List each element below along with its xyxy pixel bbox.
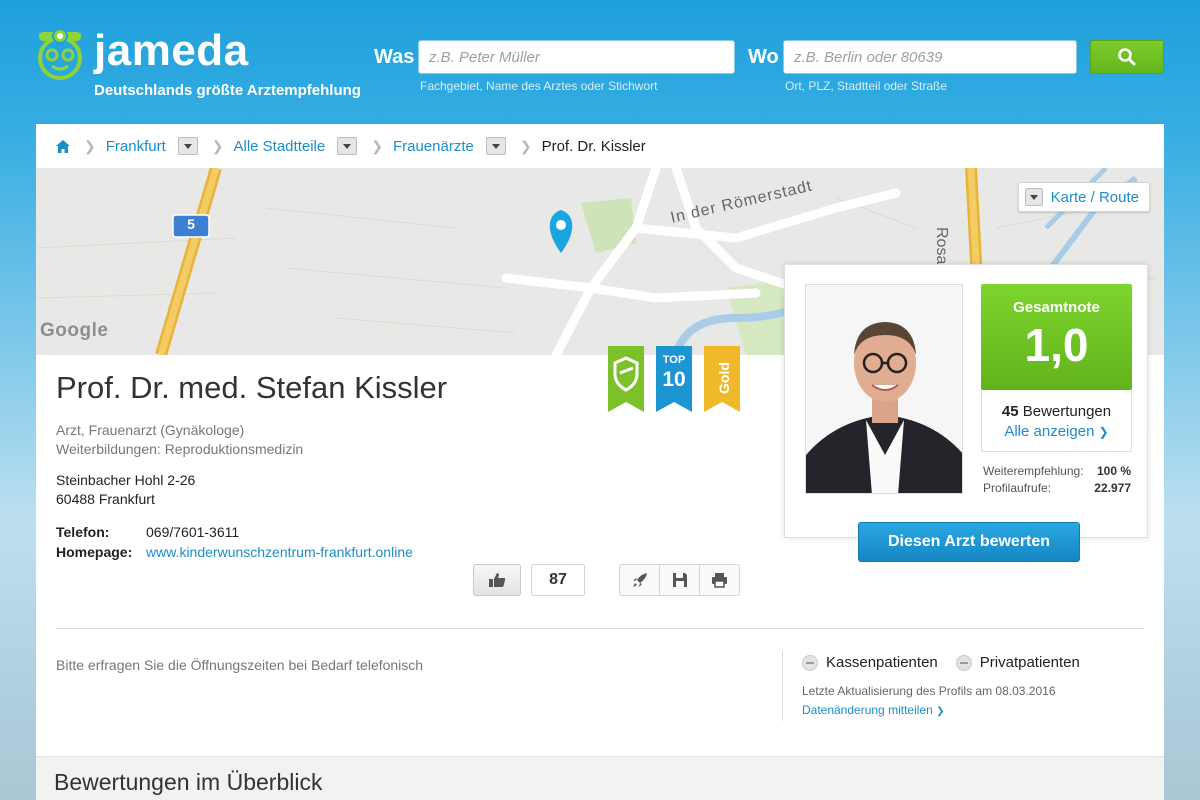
address-street: Steinbacher Hohl 2-26: [56, 472, 196, 488]
phone-number[interactable]: 069/7601-3611: [146, 524, 239, 540]
grade-value: 1,0: [1024, 319, 1089, 371]
map-route-button[interactable]: Karte / Route: [1017, 182, 1150, 212]
map-attribution: Google: [40, 320, 109, 341]
minus-circle-icon: [955, 654, 972, 671]
training-line: Weiterbildungen: Reproduktionsmedizin: [56, 441, 304, 457]
reviews-summary: 45 Bewertungen Alle anzeigen ❯: [981, 390, 1132, 452]
doctor-portrait: [805, 284, 963, 494]
chevron-right-icon: ❯: [84, 137, 96, 154]
like-button[interactable]: [473, 564, 521, 596]
breadcrumb-stadtteile-dropdown[interactable]: [337, 137, 358, 155]
grade-label: Gesamtnote: [1013, 299, 1100, 316]
views-label: Profilaufrufe:: [983, 481, 1052, 495]
search-where-hint: Ort, PLZ, Stadtteil oder Straße: [785, 79, 948, 93]
doctor-profile-card: ❯ Frankfurt ❯ Alle Stadtteile ❯ Frauenär…: [36, 124, 1164, 800]
reviews-count: 45: [1001, 403, 1019, 420]
home-icon[interactable]: [56, 139, 70, 153]
breadcrumb-frankfurt[interactable]: Frankfurt: [106, 138, 166, 155]
search-what-hint: Fachgebiet, Name des Arztes oder Stichwo…: [420, 79, 658, 93]
recommendation-value: 100 %: [1096, 464, 1131, 478]
chevron-right-icon: ❯: [936, 706, 945, 717]
breadcrumb-frauenaerzte[interactable]: Frauenärzte: [393, 138, 474, 155]
recommend-button[interactable]: [620, 565, 660, 595]
reviews-overview-header: Bewertungen im Überblick: [36, 756, 1164, 800]
top-badge-value: 10: [662, 368, 686, 391]
reviews-count-line: 45 Bewertungen: [982, 403, 1131, 420]
search-what-label: Was: [374, 46, 415, 68]
show-all-label: Alle anzeigen: [1004, 423, 1095, 440]
reviews-overview-title: Bewertungen im Überblick: [54, 769, 323, 795]
breadcrumb-frankfurt-dropdown[interactable]: [177, 137, 198, 155]
views-value: 22.977: [1094, 481, 1131, 495]
insurance-types: Kassenpatienten Privatpatienten: [802, 654, 1098, 671]
highway-number: 5: [187, 216, 195, 232]
breadcrumb-stadtteile[interactable]: Alle Stadtteile: [233, 138, 325, 155]
doctor-address: Steinbacher Hohl 2-26 60488 Frankfurt: [56, 471, 195, 509]
chevron-right-icon: ❯: [519, 137, 532, 154]
profile-tools: [619, 564, 740, 596]
recommendation-label: Weiterempfehlung:: [983, 464, 1084, 478]
print-icon: [712, 573, 727, 588]
minus-circle-icon: [802, 654, 818, 671]
breadcrumb: ❯ Frankfurt ❯ Alle Stadtteile ❯ Frauenär…: [36, 124, 1164, 168]
like-count: 87: [531, 564, 585, 596]
doctor-name: Prof. Dr. med. Stefan Kissler: [56, 370, 448, 405]
doctor-contact: Telefon: 069/7601-3611 Homepage: www.kinde…: [56, 522, 413, 562]
gold-badge-label: Gold: [716, 362, 732, 394]
chevron-right-icon: ❯: [211, 137, 224, 154]
logo-claim: Deutschlands größte Arztempfehlung: [94, 82, 361, 99]
report-change-label: Datenänderung mitteilen: [802, 703, 933, 717]
jameda-logo[interactable]: jameda Deutschlands größte Arztempfehlun…: [34, 22, 364, 102]
specialty-line: Arzt, Frauenarzt (Gynäkologe): [56, 422, 245, 438]
rocket-icon: [632, 573, 647, 587]
site-header: jameda Deutschlands größte Arztempfehlun…: [0, 0, 1200, 120]
search-button[interactable]: [1090, 40, 1164, 74]
chevron-right-icon: ❯: [371, 137, 383, 154]
homepage-label: Homepage:: [56, 544, 133, 560]
insurance-public: Kassenpatienten: [802, 654, 938, 671]
doctor-specialty: Arzt, Frauenarzt (Gynäkologe) Weiterbild…: [56, 421, 303, 459]
show-all-reviews-link[interactable]: Alle anzeigen ❯: [982, 423, 1131, 440]
report-change-link[interactable]: Datenänderung mitteilen ❯: [802, 703, 945, 717]
search-where-input[interactable]: [783, 40, 1077, 74]
phone-label: Telefon:: [56, 524, 110, 540]
search-where-label: Wo: [748, 46, 779, 68]
vertical-divider: [782, 651, 783, 721]
verified-badge-icon: [608, 346, 644, 412]
search-what-input[interactable]: [418, 40, 735, 74]
map-route-label: Karte / Route: [1050, 188, 1139, 206]
rate-doctor-button[interactable]: Diesen Arzt bewerten: [858, 522, 1080, 562]
save-button[interactable]: [660, 565, 700, 595]
insurance-public-label: Kassenpatienten: [826, 654, 938, 671]
breadcrumb-current: Prof. Dr. Kissler: [541, 137, 646, 155]
save-icon: [672, 573, 687, 587]
insurance-private: Privatpatienten: [955, 654, 1080, 671]
breadcrumb-frauenaerzte-dropdown[interactable]: [485, 137, 506, 155]
doctor-face-logo-icon: [38, 28, 82, 80]
opening-hours-note: Bitte erfragen Sie die Öffnungszeiten be…: [56, 657, 424, 673]
top-badge-label: TOP: [662, 354, 686, 366]
logo-wordmark: jameda: [94, 26, 249, 75]
last-updated: Letzte Aktualisierung des Profils am 08.…: [802, 684, 1056, 698]
print-button[interactable]: [700, 565, 739, 595]
rating-panel: Gesamtnote 1,0 45 Bewertungen Alle anzei…: [784, 264, 1148, 562]
section-divider: [56, 628, 1144, 629]
reviews-label: Bewertungen: [1022, 403, 1112, 420]
address-city: 60488 Frankfurt: [56, 491, 155, 507]
profile-stats: Weiterempfehlung: 100 % Profilaufrufe: 22.…: [983, 463, 1131, 497]
overall-grade: Gesamtnote 1,0: [981, 284, 1132, 390]
insurance-private-label: Privatpatienten: [979, 654, 1080, 671]
chevron-down-icon: [1024, 188, 1043, 206]
homepage-link[interactable]: www.kinderwunschzentrum-frankfurt.online: [146, 544, 413, 560]
portrait-image: [806, 285, 962, 493]
thumbs-up-icon: [489, 573, 506, 587]
chevron-right-icon: ❯: [1098, 425, 1109, 439]
magnifier-icon: [1118, 48, 1136, 66]
